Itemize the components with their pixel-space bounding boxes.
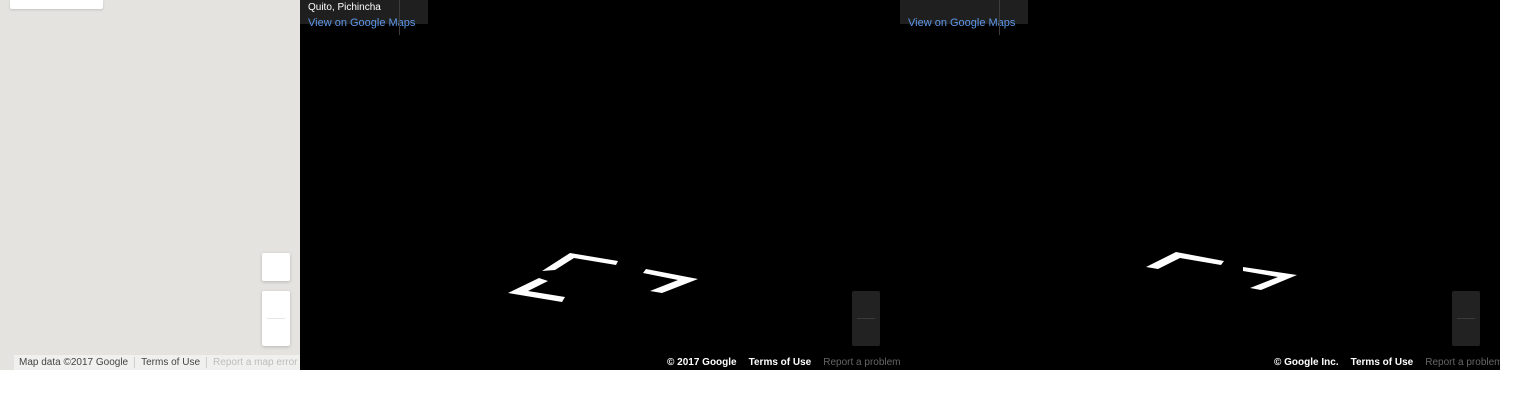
streetview-zoom-control [852,291,880,346]
streetview-zoom-out-button[interactable] [852,319,880,346]
map-terms-link[interactable]: Terms of Use [141,357,200,368]
map-zoom-in-button[interactable] [262,291,290,318]
nav-arrow-forward-left[interactable] [1146,252,1224,269]
streetview-zoom-control [1452,291,1480,346]
map-panel[interactable]: Map data ©2017 Google Terms of Use Repor… [0,0,300,370]
streetview-nav-arrows [1146,252,1297,290]
nav-arrow-forward-right[interactable] [643,269,698,293]
streetview-zoom-in-button[interactable] [852,291,880,318]
streetview-terms-link[interactable]: Terms of Use [749,357,812,368]
streetview-terms-link[interactable]: Terms of Use [1351,357,1414,368]
map-footer-separator [134,357,136,368]
map-data-attribution: Map data ©2017 Google [19,357,129,368]
nav-arrow-forward-left[interactable] [542,253,618,271]
streetview-pane-2[interactable]: View on Google Maps © Google Inc. Terms … [900,0,1500,370]
streetview-copyright: © Google Inc. [1274,357,1339,368]
streetview-copyright: © 2017 Google [667,357,737,368]
nav-arrow-back-left[interactable] [508,278,565,302]
nav-arrow-forward-right[interactable] [1243,267,1297,290]
map-search-box[interactable] [10,0,103,9]
map-report-error-link[interactable]: Report a map error [213,357,297,368]
map-footer-separator [206,357,208,368]
page: Map data ©2017 Google Terms of Use Repor… [0,0,1540,400]
streetview-report-problem-link[interactable]: Report a problem [823,357,900,368]
streetview-report-problem-link[interactable]: Report a problem [1425,357,1500,368]
map-footer: Map data ©2017 Google Terms of Use Repor… [14,355,300,370]
streetview-zoom-in-button[interactable] [1452,291,1480,318]
streetview-nav-arrows [508,253,698,302]
streetview-footer: © 2017 Google Terms of Use Report a prob… [667,356,900,369]
map-zoom-control [262,291,290,346]
streetview-pane-1[interactable]: Quito, Pichincha View on Google Maps © 2… [300,0,900,370]
streetview-zoom-out-button[interactable] [1452,319,1480,346]
pegman-button[interactable] [262,253,290,281]
streetview-footer: © Google Inc. Terms of Use Report a prob… [1274,356,1500,369]
map-zoom-out-button[interactable] [262,319,290,346]
